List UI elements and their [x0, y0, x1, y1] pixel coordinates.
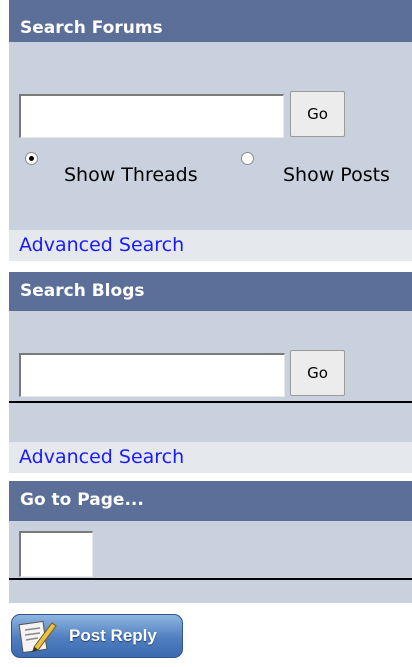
- radio-show-threads[interactable]: [25, 152, 38, 165]
- goto-page-header: Go to Page...: [9, 481, 412, 521]
- divider: [9, 401, 412, 403]
- paper-pen-icon: [18, 620, 57, 654]
- search-blogs-go-button[interactable]: Go: [290, 350, 345, 396]
- goto-page-input[interactable]: [19, 531, 93, 577]
- search-forums-go-button[interactable]: Go: [290, 91, 345, 137]
- radio-show-posts-label: Show Posts: [283, 164, 390, 186]
- search-blogs-input[interactable]: [19, 353, 285, 397]
- search-blogs-title: Search Blogs: [20, 281, 145, 301]
- radio-show-threads-label: Show Threads: [64, 164, 198, 186]
- go-label: Go: [307, 364, 328, 382]
- search-forums-input[interactable]: [19, 94, 284, 138]
- advanced-search-label: Advanced Search: [19, 446, 185, 468]
- advanced-search-label: Advanced Search: [19, 234, 185, 256]
- search-blogs-advanced-link[interactable]: Advanced Search: [9, 442, 412, 473]
- post-reply-label: Post Reply: [69, 626, 157, 645]
- goto-page-title: Go to Page...: [20, 490, 144, 510]
- go-label: Go: [307, 105, 328, 123]
- search-forums-title: Search Forums: [20, 18, 163, 38]
- search-forums-advanced-link[interactable]: Advanced Search: [9, 230, 412, 261]
- search-forums-header: Search Forums: [9, 0, 412, 42]
- divider: [9, 578, 412, 580]
- radio-show-posts[interactable]: [241, 152, 254, 165]
- search-blogs-header: Search Blogs: [9, 272, 412, 311]
- post-reply-button[interactable]: Post Reply: [11, 614, 183, 658]
